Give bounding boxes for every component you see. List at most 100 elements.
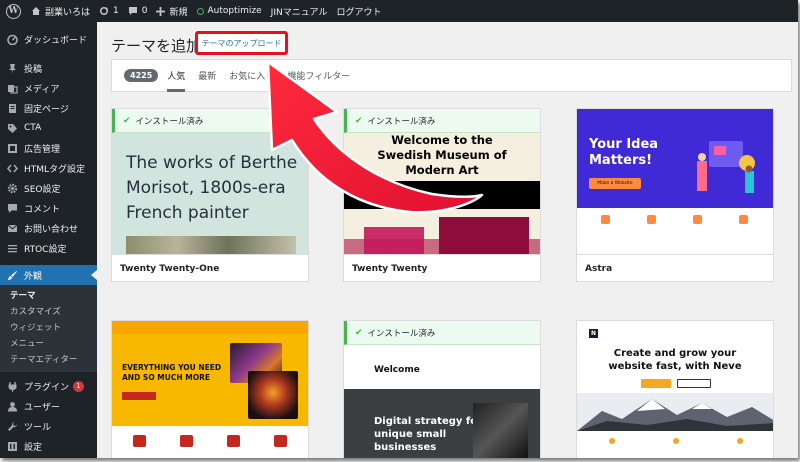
list-icon xyxy=(7,243,18,254)
sidebar-item-cta[interactable]: CTA xyxy=(0,118,97,138)
checkmark-icon: ✔ xyxy=(355,327,363,338)
sidebar-item-appearance[interactable]: 外観 xyxy=(0,265,97,285)
preview-headline: Your Idea Matters! xyxy=(589,137,659,168)
checkmark-icon: ✔ xyxy=(123,115,131,126)
status-circle-icon xyxy=(196,7,204,15)
preview-feature-icon xyxy=(180,435,193,447)
sidebar-item-label: SEO設定 xyxy=(24,184,61,195)
submenu-item-themes[interactable]: テーマ xyxy=(0,288,97,304)
sidebar-item-rtoc[interactable]: RTOC設定 xyxy=(0,238,97,258)
upload-theme-button[interactable]: テーマのアップロード xyxy=(195,31,288,55)
preview-button xyxy=(122,392,156,400)
preview-image xyxy=(126,236,296,254)
theme-screenshot: Your Idea Matters! Make a Website xyxy=(577,109,773,254)
plugin-icon xyxy=(7,381,18,392)
page-icon xyxy=(7,103,18,114)
sidebar-item-plugins[interactable]: プラグイン 1 xyxy=(0,376,97,396)
updates-count: 1 xyxy=(113,6,119,16)
sidebar-item-users[interactable]: ユーザー xyxy=(0,396,97,416)
sidebar-item-label: ユーザー xyxy=(24,402,60,413)
preview-dark-section: Digital strategy for unique small busine… xyxy=(344,389,540,458)
preview-feature xyxy=(587,438,637,447)
sidebar-item-label: 投稿 xyxy=(24,64,43,75)
sidebar-item-contact[interactable]: お問い合わせ xyxy=(0,218,97,238)
sidebar-item-seo[interactable]: SEO設定 xyxy=(0,178,97,198)
theme-card-astra[interactable]: Your Idea Matters! Make a Website Astra xyxy=(576,108,774,282)
preview-dark-band xyxy=(344,181,540,209)
sidebar-item-dashboard[interactable]: ダッシュボード xyxy=(0,29,97,49)
sidebar-item-html-tags[interactable]: HTMLタグ設定 xyxy=(0,158,97,178)
autoptimize-link[interactable]: Autoptimize xyxy=(196,6,262,16)
submenu-item-customize[interactable]: カスタマイズ xyxy=(0,304,97,320)
admin-bar: W 副業いろは 1 0 新規 Autoptimize JINマニュアル ログアウ… xyxy=(0,0,798,22)
wordpress-logo-icon[interactable]: W xyxy=(6,3,21,19)
preview-block xyxy=(364,227,424,254)
theme-card-oceanwp[interactable]: EVERYTHING YOU NEED AND SO MUCH MORE xyxy=(111,320,309,458)
sidebar-item-label: お問い合わせ xyxy=(24,224,79,235)
logout-link[interactable]: ログアウト xyxy=(336,5,381,18)
sidebar-item-label: 外観 xyxy=(24,271,43,282)
comments-count: 0 xyxy=(141,6,148,16)
dashboard-icon xyxy=(7,34,18,45)
sidebar-item-label: コメント xyxy=(24,204,61,215)
sidebar-item-label: プラグイン xyxy=(24,382,70,393)
gear-icon xyxy=(7,183,18,194)
preview-title: Welcome xyxy=(374,365,420,375)
tab-feature-filter[interactable]: 機能フィルター xyxy=(287,59,350,92)
preview-image xyxy=(473,403,528,458)
site-name-link[interactable]: 副業いろは xyxy=(31,5,90,18)
tab-latest[interactable]: 最新 xyxy=(198,59,216,92)
ad-icon xyxy=(7,143,18,154)
theme-screenshot: N Create and grow your website fast, wit… xyxy=(577,321,773,458)
new-content-link[interactable]: 新規 xyxy=(156,5,188,18)
sidebar-item-label: HTMLタグ設定 xyxy=(24,164,86,175)
sidebar-item-settings[interactable]: 設定 xyxy=(0,436,97,456)
media-icon xyxy=(7,83,18,94)
theme-name: Twenty Twenty xyxy=(344,254,540,281)
preview-headline: The works of Berthe Morisot, 1800s-era F… xyxy=(126,153,298,223)
checkmark-icon: ✔ xyxy=(355,115,363,126)
theme-card-twenty-twenty[interactable]: ✔ インストール済み Welcome to the Swedish Museum … xyxy=(343,108,541,282)
sidebar-item-label: 広告管理 xyxy=(24,144,61,155)
tab-favorites[interactable]: お気に入り xyxy=(229,59,274,92)
sidebar-item-tools[interactable]: ツール xyxy=(0,416,97,436)
sidebar-item-ads[interactable]: 広告管理 xyxy=(0,138,97,158)
sidebar-item-comments[interactable]: コメント xyxy=(0,198,97,218)
submenu-item-menus[interactable]: メニュー xyxy=(0,336,97,352)
tab-popular[interactable]: 人気 xyxy=(167,59,186,92)
sidebar-item-label: RTOC設定 xyxy=(24,244,67,255)
sidebar-item-label: ダッシュボード xyxy=(24,35,88,46)
installed-notice: ✔ インストール済み xyxy=(344,321,540,345)
installed-label: インストール済み xyxy=(367,328,436,339)
new-label: 新規 xyxy=(169,7,188,18)
jin-manual-link[interactable]: JINマニュアル xyxy=(271,5,328,18)
preview-feature xyxy=(715,438,765,447)
screenshot-frame: W 副業いろは 1 0 新規 Autoptimize JINマニュアル ログアウ… xyxy=(0,0,798,458)
sidebar-item-pages[interactable]: 固定ページ xyxy=(0,98,97,118)
sidebar-item-label: ツール xyxy=(24,422,52,433)
preview-illustration xyxy=(697,141,755,193)
theme-card-installed-2[interactable]: ✔ インストール済み Welcome Digital strategy for u… xyxy=(343,320,541,458)
installed-notice: ✔ インストール済み xyxy=(344,109,540,133)
updates-link[interactable]: 1 xyxy=(99,6,119,16)
appearance-submenu: テーマ カスタマイズ ウィジェット メニュー テーマエディター xyxy=(0,285,97,372)
plus-icon xyxy=(156,6,166,16)
autoptimize-label: Autoptimize xyxy=(207,6,262,16)
preview-feature xyxy=(651,438,701,447)
preview-button xyxy=(677,379,711,388)
theme-name: Twenty Twenty-One xyxy=(112,254,308,281)
comments-link[interactable]: 0 xyxy=(128,6,148,16)
preview-headline: Welcome to the Swedish Museum of Modern … xyxy=(377,133,507,177)
sidebar-item-media[interactable]: メディア xyxy=(0,78,97,98)
preview-feature xyxy=(675,215,719,228)
preview-headline: EVERYTHING YOU NEED AND SO MUCH MORE xyxy=(122,363,222,382)
submenu-item-theme-editor[interactable]: テーマエディター xyxy=(0,352,97,368)
theme-card-twenty-twenty-one[interactable]: ✔ インストール済み The works of Berthe Morisot, 1… xyxy=(111,108,309,282)
preview-button xyxy=(641,379,671,388)
preview-feature-icon xyxy=(274,435,287,447)
comment-bubble-icon xyxy=(128,7,137,15)
installed-label: インストール済み xyxy=(135,116,204,127)
submenu-item-widgets[interactable]: ウィジェット xyxy=(0,320,97,336)
theme-card-neve[interactable]: N Create and grow your website fast, wit… xyxy=(576,320,774,458)
sidebar-item-posts[interactable]: 投稿 xyxy=(0,58,97,78)
